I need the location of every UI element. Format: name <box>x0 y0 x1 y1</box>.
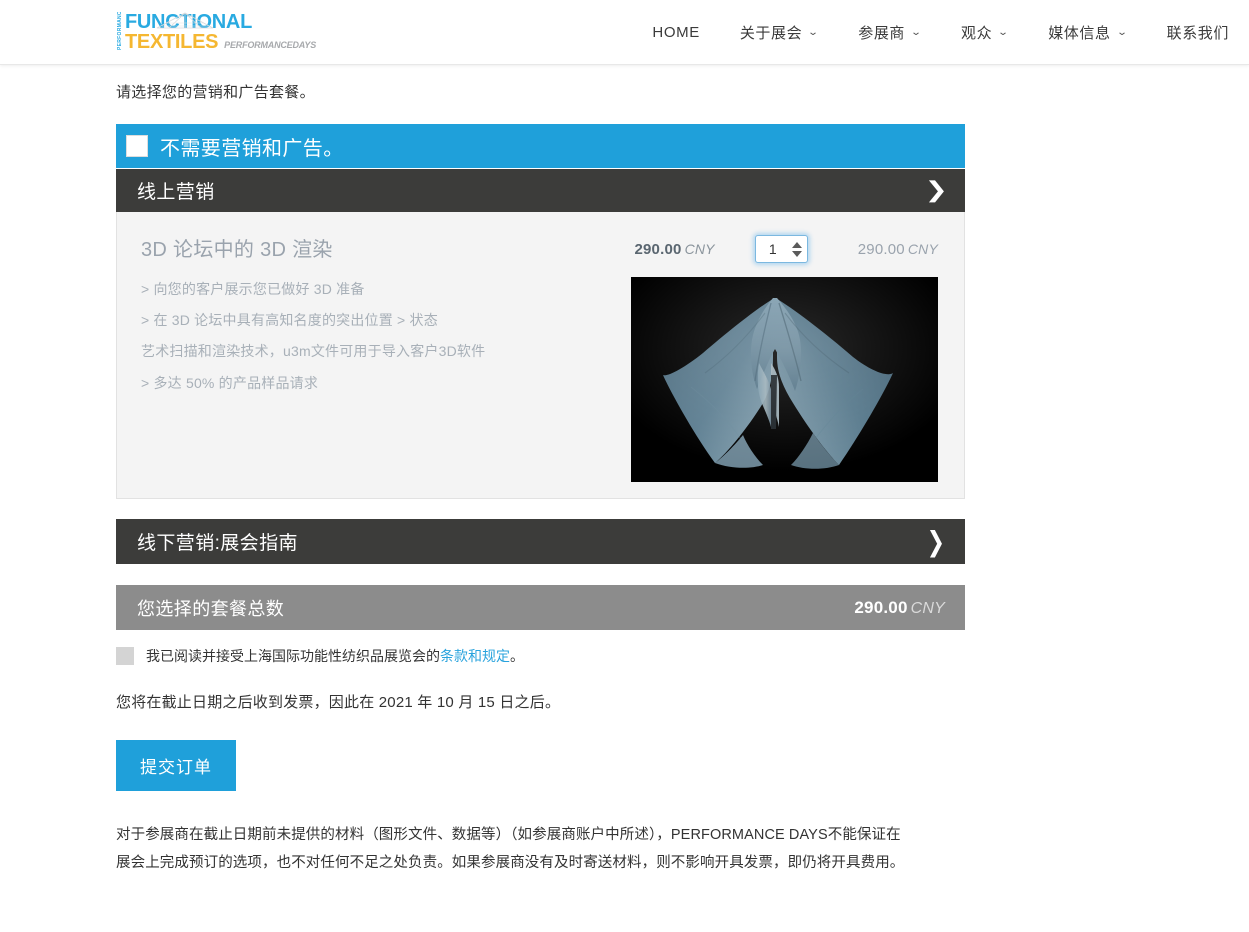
line-total-currency: CNY <box>907 240 938 257</box>
terms-row[interactable]: 我已阅读并接受上海国际功能性纺织品展览会的 条款和规定。 <box>116 646 1249 666</box>
section-header-online-marketing[interactable]: 线上营销 ❯ <box>116 168 965 212</box>
no-marketing-label: 不需要营销和广告。 <box>160 137 344 160</box>
nav-item-3[interactable]: 观众 ⌄ <box>941 22 1028 43</box>
chevron-down-icon: ⌄ <box>807 26 820 38</box>
product-bullet-1: > 在 3D 论坛中具有高知名度的突出位置 > 状态 <box>141 312 438 329</box>
order-total-currency: CNY <box>910 599 945 617</box>
line-total: 290.00 CNY <box>858 241 938 258</box>
chevron-right-icon[interactable]: ❯ <box>927 527 945 556</box>
legal-footnote: 对于参展商在截止日期前未提供的材料（图形文件、数据等）（如参展商账户中所述），P… <box>116 827 905 872</box>
quantity-spinner[interactable] <box>792 236 807 262</box>
site-header: PERFORMANCEDAYS FUNCTIONAL TEXTILES PERF… <box>0 0 1249 65</box>
nav-item-1[interactable]: 关于展会 ⌄ <box>720 22 838 43</box>
terms-text-before: 我已阅读并接受上海国际功能性纺织品展览会的 <box>146 648 440 664</box>
section-title-offline-marketing: 线下营销:展会指南 <box>137 533 298 554</box>
logo-line-textiles: TEXTILES <box>125 31 219 53</box>
packages-column: 不需要营销和广告。 线上营销 ❯ 3D 论坛中的 3D 渲染 > 向您的客户展示… <box>116 124 965 630</box>
order-total-bar: 您选择的套餐总数 290.00 CNY <box>116 585 965 630</box>
nav-label-2: 参展商 <box>858 25 906 42</box>
product-title: 3D 论坛中的 3D 渲染 <box>141 239 333 261</box>
chevron-down-icon: ⌄ <box>1116 26 1129 38</box>
invoice-note: 您将在截止日期之后收到发票，因此在 2021 年 10 月 15 日之后。 <box>116 694 561 711</box>
nav-label-0: HOME <box>652 24 700 41</box>
order-total-amount: 290.00 <box>854 597 908 617</box>
section-header-offline-marketing[interactable]: 线下营销:展会指南 ❯ <box>116 519 965 564</box>
product-bullet-3: > 多达 50% 的产品样品请求 <box>141 374 319 391</box>
no-marketing-row[interactable]: 不需要营销和广告。 <box>116 124 965 168</box>
chevron-down-icon[interactable]: ❯ <box>924 178 947 201</box>
terms-link[interactable]: 条款和规定 <box>440 646 510 666</box>
nav-item-2[interactable]: 参展商 ⌄ <box>838 22 941 43</box>
nav-item-4[interactable]: 媒体信息 ⌄ <box>1028 22 1146 43</box>
nav-label-3: 观众 <box>961 25 993 42</box>
unit-price-currency: CNY <box>684 240 715 257</box>
nav-label-5: 联系我们 <box>1166 25 1229 42</box>
logo-vertical-text: PERFORMANCEDAYS <box>117 12 123 50</box>
submit-order-button[interactable]: 提交订单 <box>116 740 236 791</box>
site-logo[interactable]: PERFORMANCEDAYS FUNCTIONAL TEXTILES PERF… <box>117 12 316 54</box>
intro-text: 请选择您的营销和广告套餐。 <box>116 84 315 101</box>
no-marketing-checkbox[interactable] <box>126 135 148 157</box>
logo-line-functional: FUNCTIONAL <box>125 11 252 33</box>
terms-checkbox[interactable] <box>116 647 134 665</box>
page-content: 请选择您的营销和广告套餐。 不需要营销和广告。 线上营销 ❯ 3D 论坛中的 3… <box>0 65 1249 878</box>
spinner-down-icon[interactable] <box>792 250 803 257</box>
nav-label-1: 关于展会 <box>739 25 803 42</box>
product-pricing: 290.00 CNY 1 290.00 CNY <box>617 228 964 482</box>
product-render-image <box>631 277 938 482</box>
product-description: 3D 论坛中的 3D 渲染 > 向您的客户展示您已做好 3D 准备 > 在 3D… <box>117 228 617 482</box>
line-total-amount: 290.00 <box>857 240 905 258</box>
order-total-value: 290.00 CNY <box>854 598 945 618</box>
spinner-up-icon[interactable] <box>792 241 803 248</box>
section-title-online-marketing: 线上营销 <box>137 182 215 203</box>
order-total-label: 您选择的套餐总数 <box>137 598 285 619</box>
quantity-stepper[interactable]: 1 <box>754 235 808 263</box>
product-bullet-0: > 向您的客户展示您已做好 3D 准备 <box>141 281 365 297</box>
product-bullet-2: 艺术扫描和渲染技术，u3m文件可用于导入客户3D软件 <box>141 343 486 360</box>
logo-tagline: PERFORMANCEDAYS <box>224 40 317 50</box>
nav-item-5[interactable]: 联系我们 <box>1147 22 1249 43</box>
main-navigation: HOME 关于展会 ⌄ 参展商 ⌄ 观众 ⌄ 媒体信息 ⌄ 联系我们 <box>632 0 1249 65</box>
unit-price: 290.00 CNY <box>634 241 714 258</box>
nav-label-4: 媒体信息 <box>1048 25 1111 42</box>
chevron-down-icon: ⌄ <box>910 26 923 38</box>
logo-wordmark: FUNCTIONAL TEXTILES PERFORMANCEDAYS <box>125 12 316 52</box>
quantity-input[interactable]: 1 <box>756 241 792 257</box>
unit-price-amount: 290.00 <box>634 240 682 258</box>
product-panel: 3D 论坛中的 3D 渲染 > 向您的客户展示您已做好 3D 准备 > 在 3D… <box>116 212 965 499</box>
terms-text-after: 。 <box>510 648 524 664</box>
nav-item-0[interactable]: HOME <box>632 24 719 41</box>
chevron-down-icon: ⌄ <box>997 26 1010 38</box>
